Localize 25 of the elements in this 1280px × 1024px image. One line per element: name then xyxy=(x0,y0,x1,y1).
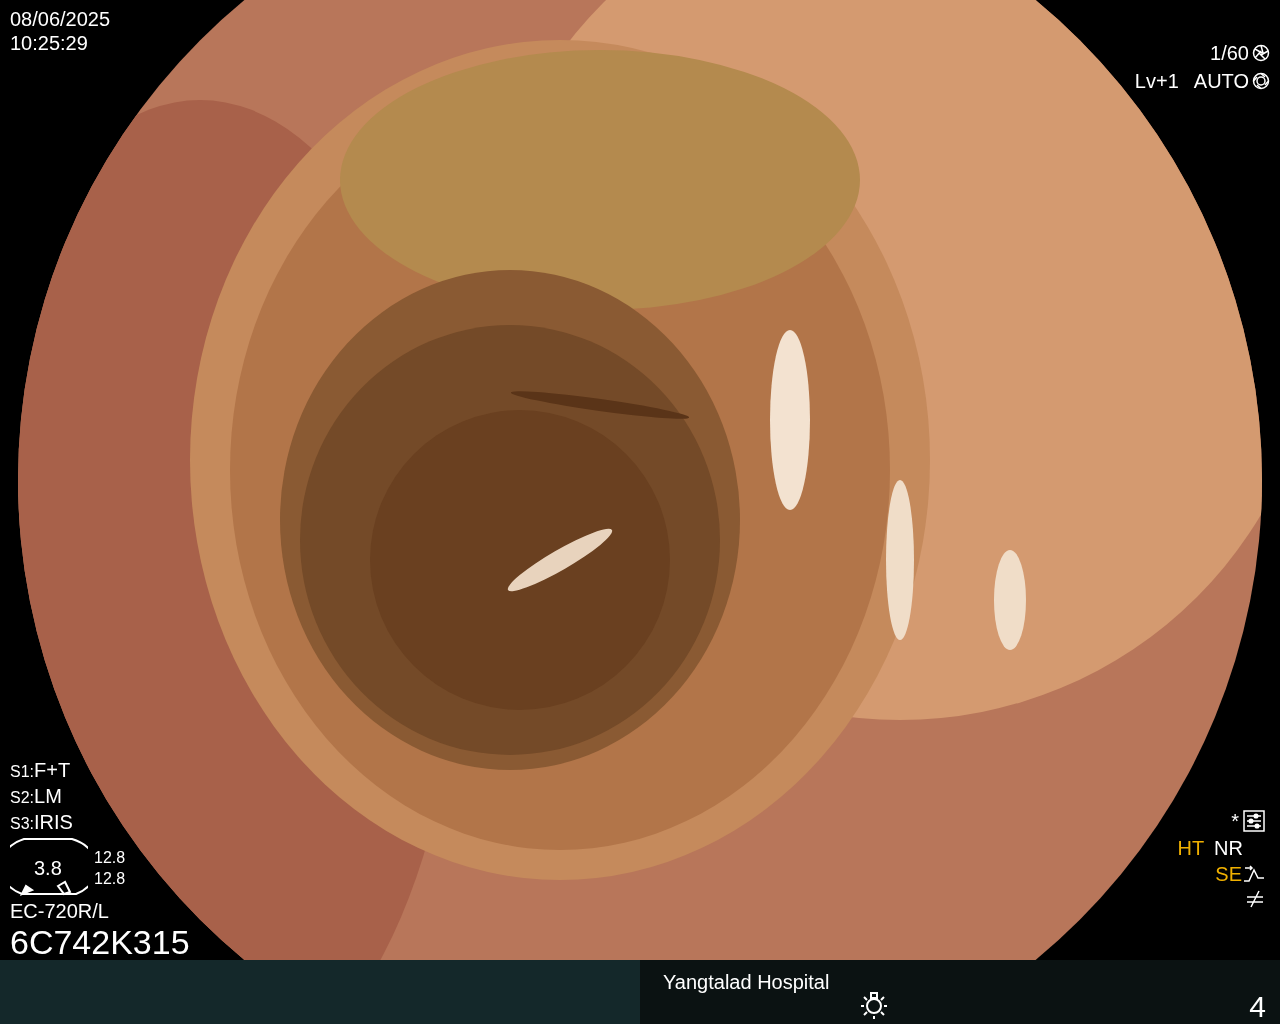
switch-setting-text: S1:F+T xyxy=(10,760,72,780)
hospital-name-text: Yangtalad Hospital xyxy=(663,972,830,992)
switch-setting-text: S2:LM xyxy=(10,786,63,806)
enhancement-mode-text: SE xyxy=(1215,864,1242,884)
iris-mode-text: AUTO xyxy=(1193,71,1249,91)
gauge-value-text: 12.8 xyxy=(94,849,126,866)
lamp-icon xyxy=(859,992,890,1020)
asterisk-text: * xyxy=(1231,811,1239,831)
curve-icon xyxy=(1243,865,1265,883)
not-equal-icon xyxy=(1245,890,1265,908)
adjustment-sliders-icon xyxy=(1243,810,1265,832)
page-number-text: 4 xyxy=(1249,992,1266,1022)
time-text: 10:25:29 xyxy=(10,33,89,53)
shutter-icon xyxy=(1252,44,1270,62)
scope-model-text: EC-720R/L xyxy=(10,901,110,921)
shutter-speed-text: 1/60 xyxy=(1210,43,1249,63)
serial-number-text: 6C742K315 xyxy=(10,925,190,959)
switch-setting-text: S3:IRIS xyxy=(10,812,73,832)
enhancement-mode-text: NR xyxy=(1214,838,1243,858)
zoom-reading-text: 3.8 xyxy=(34,858,62,878)
date-text: 08/06/2025 xyxy=(10,9,111,29)
gauge-value-text: 12.8 xyxy=(94,870,126,887)
enhancement-mode-text: HT xyxy=(1177,838,1205,858)
brightness-level-text: Lv+1 xyxy=(1134,71,1179,91)
aperture-icon xyxy=(1252,72,1270,90)
